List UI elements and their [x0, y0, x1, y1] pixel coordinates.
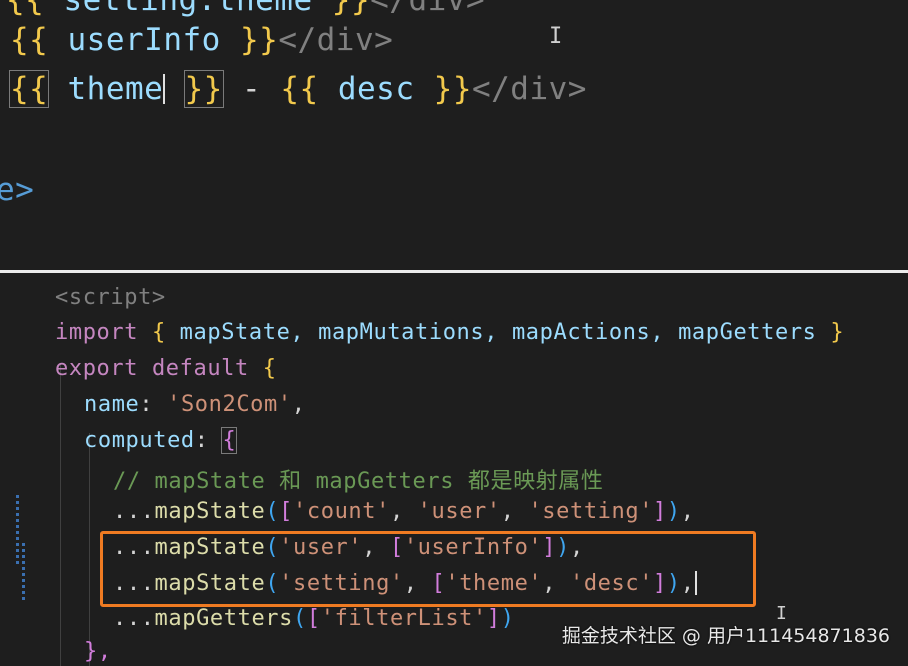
indent-guide: [89, 433, 90, 666]
code-line-script-open: <script>: [55, 285, 166, 310]
code-line-name: name: 'Son2Com',: [84, 392, 306, 417]
highlight-annotation-box: [100, 531, 756, 607]
code-line-userinfo: {{ userInfo }}</div>: [10, 22, 394, 58]
code-line-computed-close: },: [84, 639, 112, 664]
code-line-computed: computed: {: [84, 427, 238, 454]
code-line-mapgetters: ...mapGetters(['filterList']): [113, 606, 515, 631]
code-line-setting-theme: {{ setting.theme }}</div>: [6, 0, 486, 18]
i-beam-cursor-icon: I: [549, 24, 563, 49]
code-line-export: export default {: [55, 356, 277, 381]
modified-lines-gutter: [22, 543, 25, 603]
text-caret: [163, 73, 166, 104]
code-line-comment: // mapState 和 mapGetters 都是映射属性: [113, 469, 604, 494]
code-line-import: import { mapState, mapMutations, mapActi…: [55, 320, 845, 345]
code-line-template-close: e>: [0, 172, 35, 208]
code-line-theme-desc: {{ theme }} - {{ desc }}</div>: [8, 70, 587, 108]
modified-lines-gutter: [16, 495, 19, 565]
code-line-mapstate-root: ...mapState(['count', 'user', 'setting']…: [113, 499, 695, 524]
watermark: 掘金技术社区 @ 用户111454871836: [561, 625, 890, 647]
indent-guide: [60, 363, 61, 666]
template-editor-pane[interactable]: {{ setting.theme }}</div> {{ userInfo }}…: [0, 0, 908, 272]
script-editor-pane[interactable]: <script> import { mapState, mapMutations…: [0, 273, 908, 666]
